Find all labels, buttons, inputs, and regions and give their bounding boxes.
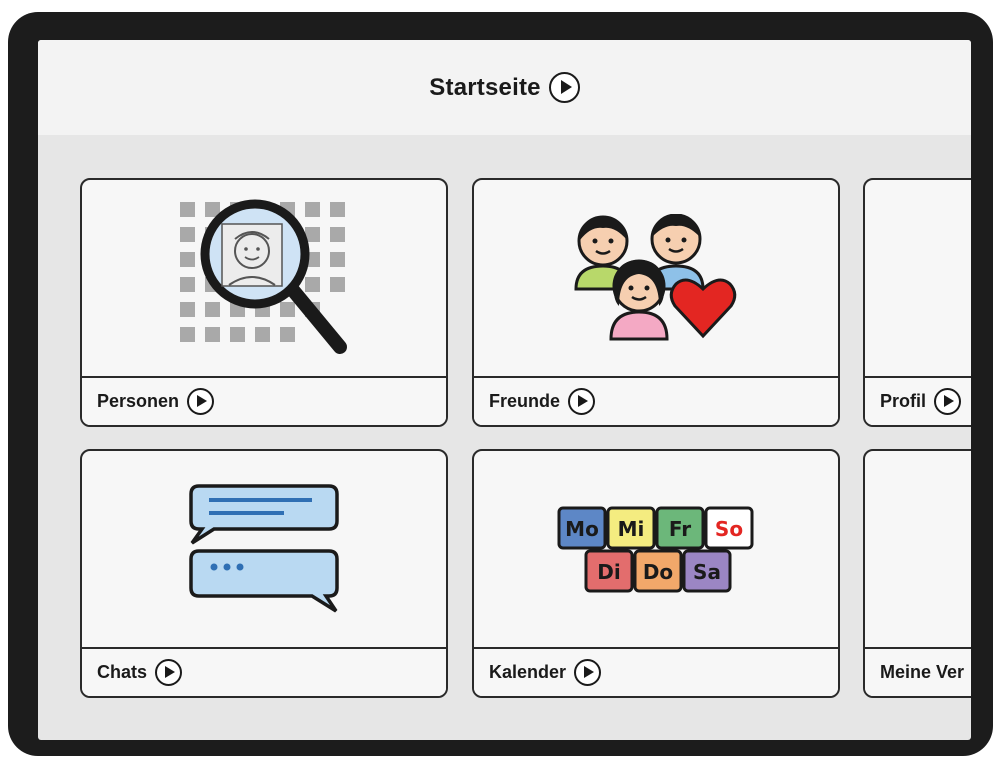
header-bar: Startseite: [38, 40, 971, 135]
tile-label: Profil: [880, 391, 927, 411]
day-mi: Mi: [618, 517, 645, 541]
tile-kalender[interactable]: Mo Mi Fr So Di Do Sa Kalender: [472, 449, 840, 698]
tile-label: Meine Ver: [880, 662, 965, 682]
day-di: Di: [597, 560, 620, 584]
tile-footer: Kalender: [474, 647, 838, 696]
unknown-icon: [865, 451, 971, 649]
tile-personen[interactable]: Personen: [80, 178, 448, 427]
tile-label: Chats: [97, 662, 148, 682]
play-icon[interactable]: [574, 659, 602, 686]
page-title: Startseite: [429, 73, 541, 101]
day-sa: Sa: [693, 560, 721, 584]
day-fr: Fr: [669, 517, 691, 541]
tile-freunde[interactable]: Freunde: [472, 178, 840, 427]
day-so: So: [715, 517, 743, 541]
tile-footer: Freunde: [474, 376, 838, 425]
tile-label: Freunde: [489, 391, 561, 411]
play-icon[interactable]: [548, 72, 580, 103]
app-screen: Startseite Personen Freunde Profil Chats…: [38, 40, 971, 740]
play-icon[interactable]: [934, 388, 962, 415]
person-search-icon: [82, 180, 446, 378]
tile-chats[interactable]: Chats: [80, 449, 448, 698]
calendar-days-icon: Mo Mi Fr So Di Do Sa: [474, 451, 838, 649]
friends-icon: [474, 180, 838, 378]
play-icon[interactable]: [187, 388, 215, 415]
tile-label: Personen: [97, 391, 180, 411]
chat-bubbles-icon: [82, 451, 446, 649]
tile-label: Kalender: [489, 662, 567, 682]
tile-meine-ver[interactable]: Meine Ver: [863, 449, 971, 698]
tile-footer: Personen: [82, 376, 446, 425]
tile-profil[interactable]: Profil: [863, 178, 971, 427]
tile-footer: Chats: [82, 647, 446, 696]
day-mo: Mo: [565, 517, 599, 541]
play-icon[interactable]: [568, 388, 596, 415]
play-icon[interactable]: [155, 659, 183, 686]
tile-footer: Profil: [865, 376, 971, 425]
tile-footer: Meine Ver: [865, 647, 971, 696]
day-do: Do: [643, 560, 673, 584]
profile-icon: [865, 180, 971, 378]
